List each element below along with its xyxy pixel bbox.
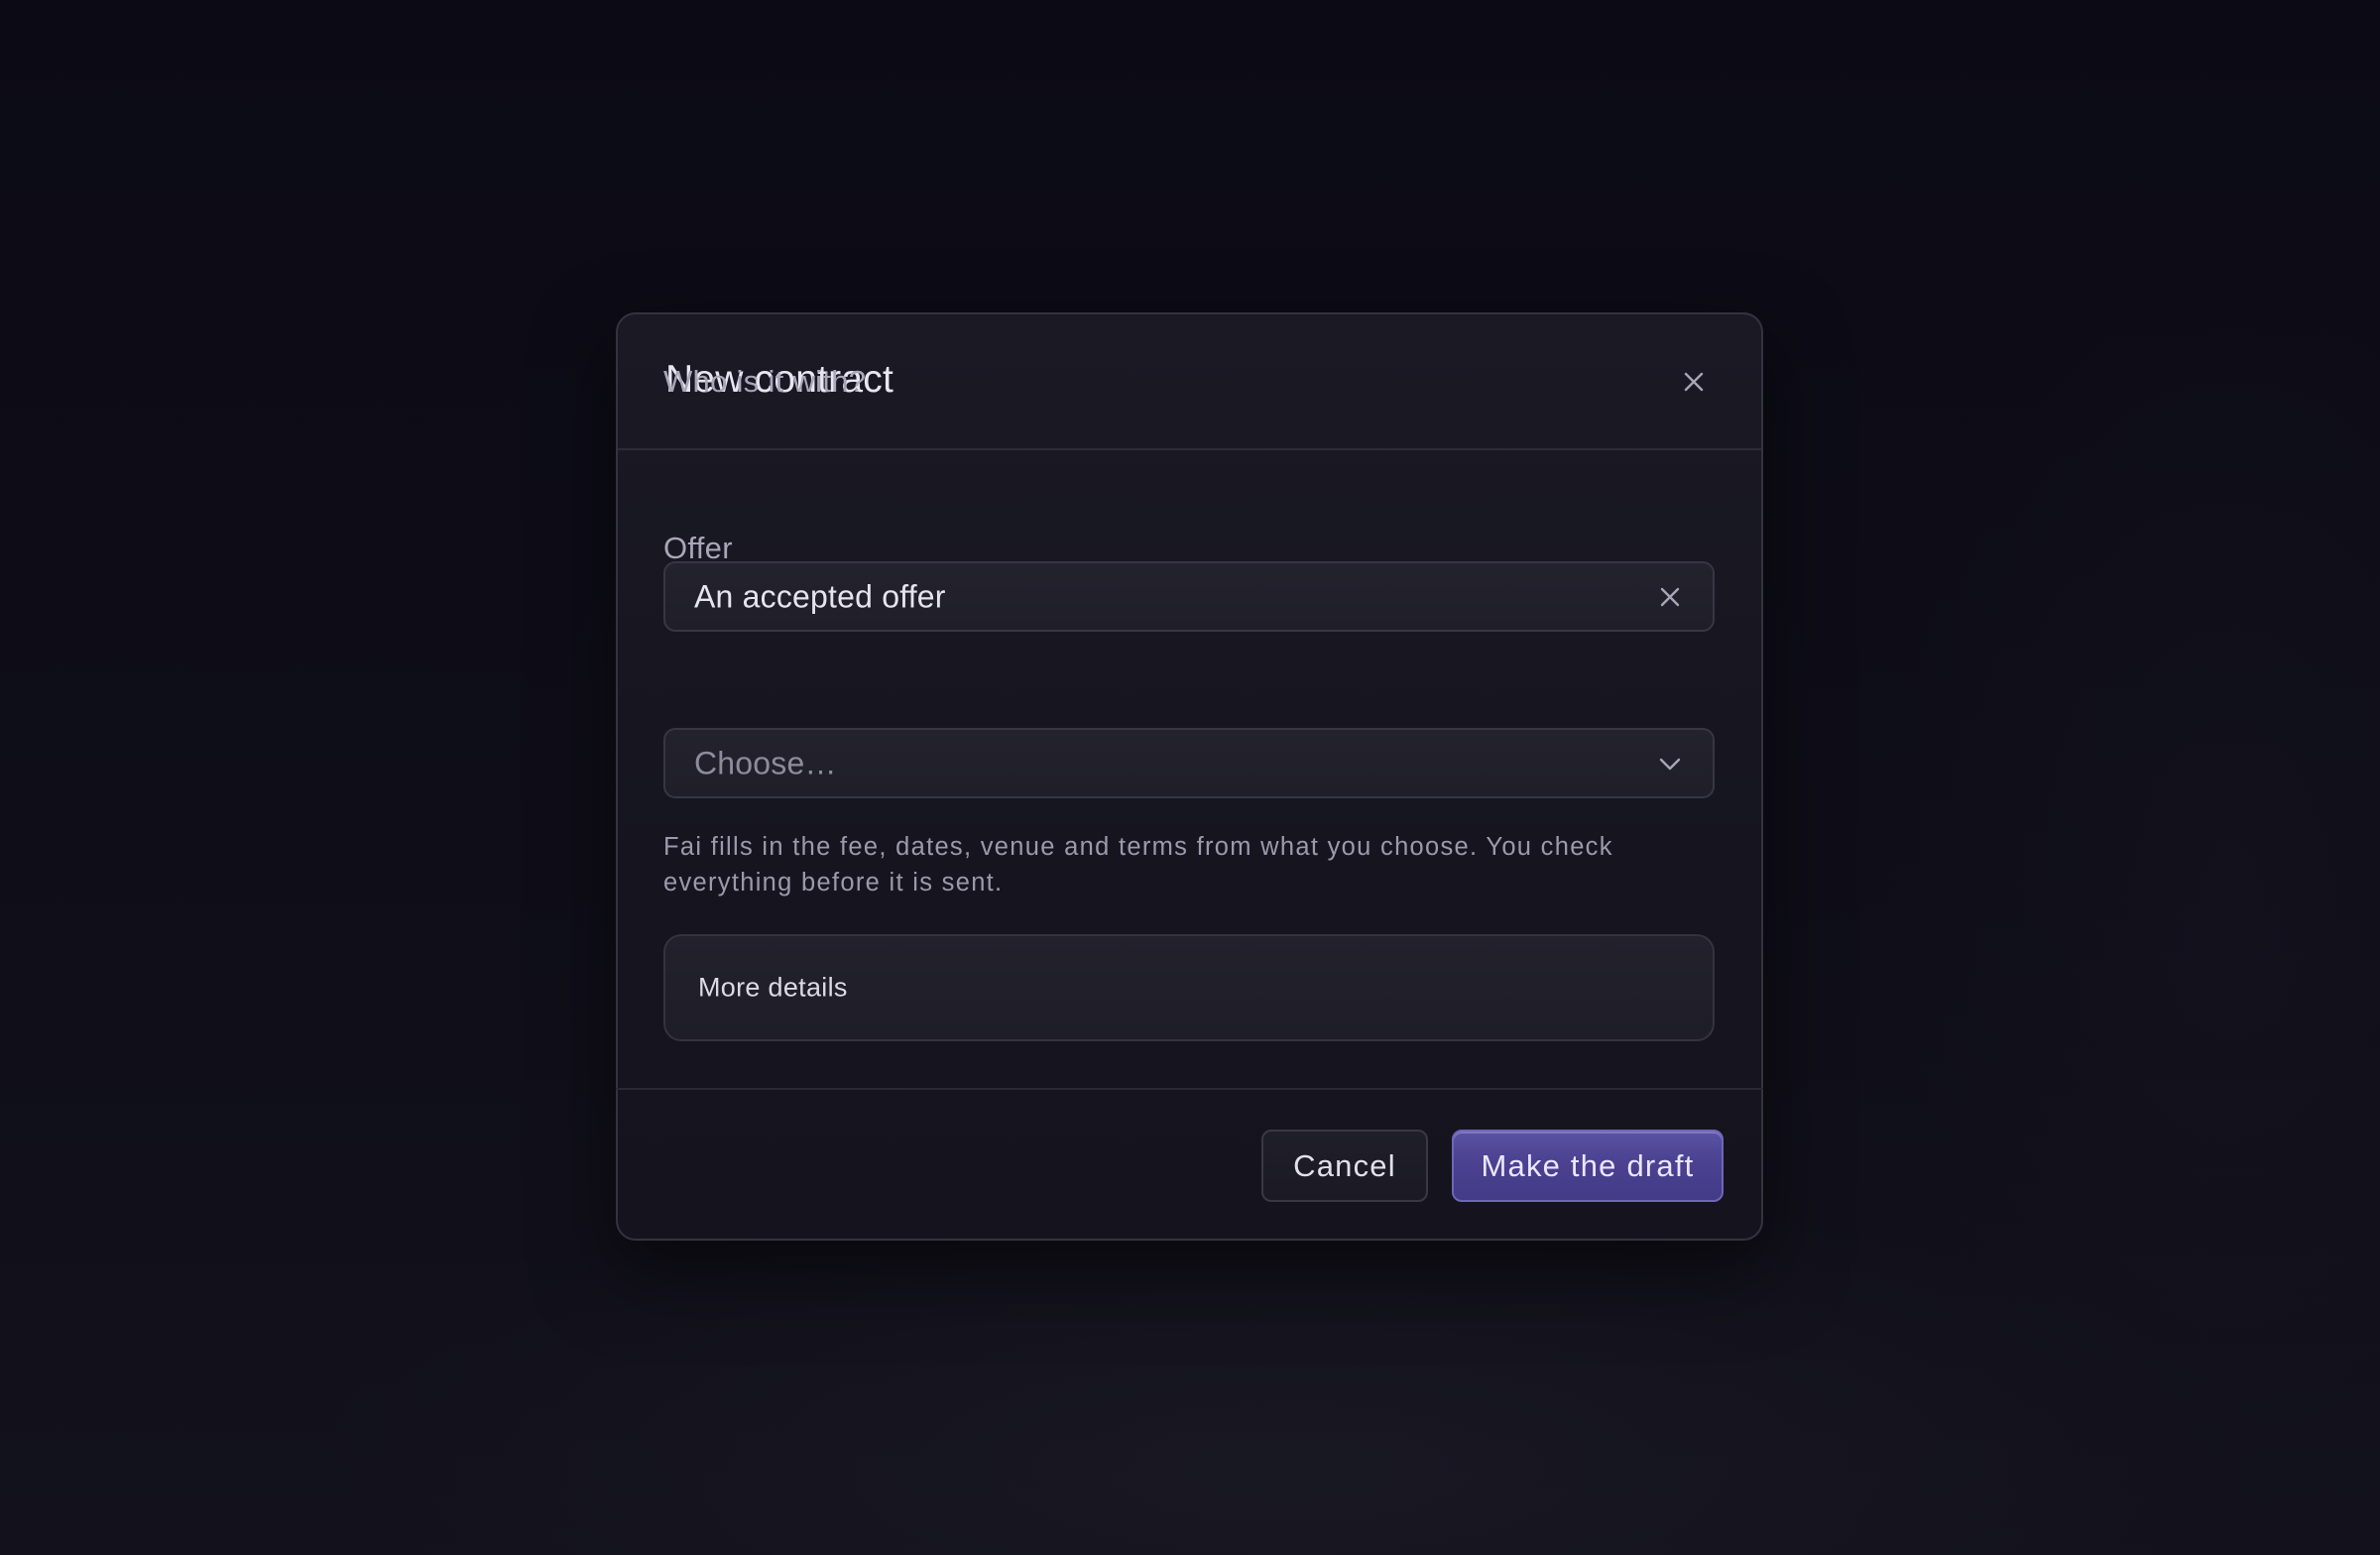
close-button[interactable] [1670,358,1718,406]
offer-field-label: Offer [663,531,733,565]
footer-divider [616,1088,1763,1090]
clear-button[interactable] [1657,584,1683,610]
chevron-down-icon [1659,758,1681,770]
more-details-toggle[interactable]: More details [663,934,1715,1041]
offer-select-placeholder: Choose… [694,745,837,780]
who-field[interactable]: An accepted offer [663,561,1715,632]
make-draft-button[interactable]: Make the draft [1452,1130,1724,1202]
offer-dropdown-toggle[interactable] [1657,751,1683,777]
helper-text-line-1: Fai fills in the fee, dates, venue and t… [663,833,1613,861]
cancel-button[interactable]: Cancel [1261,1130,1428,1202]
helper-text-line-2: everything before it is sent. [663,869,1004,897]
clear-icon [1660,587,1680,606]
who-field-label: Who is it with? [663,364,867,399]
offer-select[interactable]: Choose… [663,728,1715,798]
more-details-label: More details [698,972,848,1003]
close-icon [1684,372,1704,392]
helper-text: Fai fills in the fee, dates, venue and t… [663,829,1655,900]
who-field-value: An accepted offer [694,578,946,614]
